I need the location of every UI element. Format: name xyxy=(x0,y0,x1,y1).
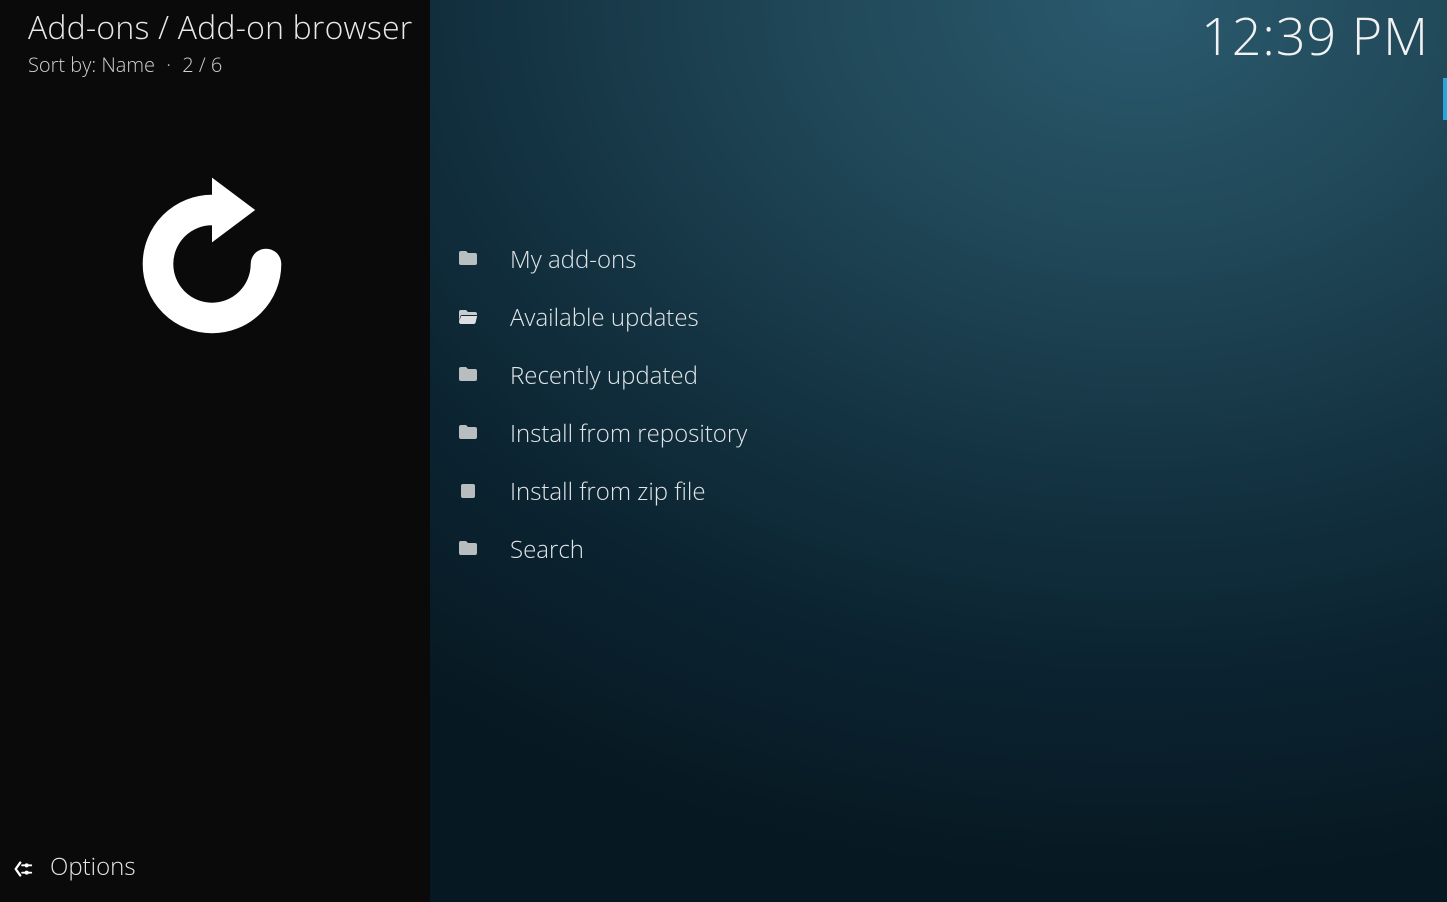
list-item-recently-updated[interactable]: Recently updated xyxy=(452,346,1412,404)
breadcrumb: Add-ons / Add-on browser xyxy=(28,6,412,49)
separator-dot: · xyxy=(160,51,177,78)
position-indicator: 2 / 6 xyxy=(182,51,222,78)
scrollbar-thumb[interactable] xyxy=(1443,78,1447,120)
sort-value: Name xyxy=(101,51,155,78)
list-item-search[interactable]: Search xyxy=(452,520,1412,578)
main-panel: 12:39 PM My add-ons Available updates Re… xyxy=(430,0,1447,902)
addon-list: My add-ons Available updates Recently up… xyxy=(452,230,1412,578)
clock: 12:39 PM xyxy=(1201,0,1429,71)
options-icon xyxy=(12,855,34,877)
sort-line: Sort by: Name · 2 / 6 xyxy=(28,51,412,78)
list-item-label: Available updates xyxy=(510,301,699,334)
folder-icon xyxy=(454,535,482,563)
list-item-label: Recently updated xyxy=(510,359,698,392)
list-item-install-from-zip[interactable]: Install from zip file xyxy=(452,462,1412,520)
header: Add-ons / Add-on browser Sort by: Name ·… xyxy=(28,6,412,78)
list-item-label: Install from repository xyxy=(510,417,747,450)
sidebar: Add-ons / Add-on browser Sort by: Name ·… xyxy=(0,0,430,902)
list-item-label: Install from zip file xyxy=(510,475,706,508)
list-item-available-updates[interactable]: Available updates xyxy=(452,288,1412,346)
list-item-install-from-repository[interactable]: Install from repository xyxy=(452,404,1412,462)
folder-icon xyxy=(454,361,482,389)
options-button[interactable]: Options xyxy=(12,844,412,888)
folder-icon xyxy=(454,419,482,447)
sort-prefix: Sort by: xyxy=(28,51,96,78)
refresh-icon xyxy=(122,174,302,354)
folder-icon xyxy=(454,245,482,273)
list-item-label: My add-ons xyxy=(510,243,636,276)
list-item-label: Search xyxy=(510,533,584,566)
options-label: Options xyxy=(50,850,136,883)
app-root: Add-ons / Add-on browser Sort by: Name ·… xyxy=(0,0,1447,902)
folder-open-icon xyxy=(454,303,482,331)
file-icon xyxy=(454,477,482,505)
list-item-my-addons[interactable]: My add-ons xyxy=(452,230,1412,288)
